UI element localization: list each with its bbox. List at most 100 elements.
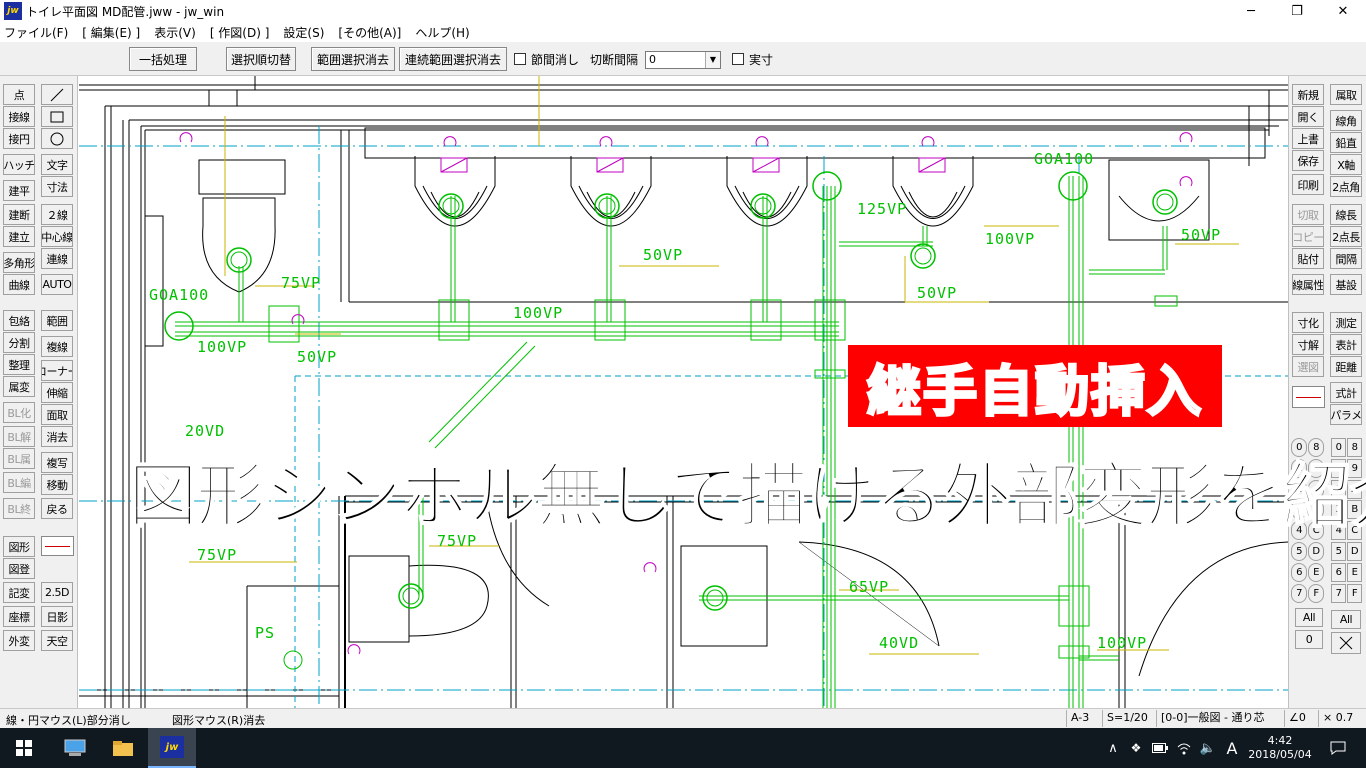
right-tool-9[interactable]: 寸化: [1292, 312, 1324, 333]
left-tool-3[interactable]: ハッチ: [3, 154, 35, 175]
left-tool-1[interactable]: 接線: [3, 106, 35, 127]
left-tool2-7[interactable]: 複線: [41, 336, 73, 357]
layer-group-5[interactable]: 5: [1291, 542, 1307, 561]
select-order-button[interactable]: 選択順切替: [226, 47, 296, 71]
cut-interval-select[interactable]: 0 ▼: [645, 51, 721, 69]
node-clear-checkbox[interactable]: [514, 53, 526, 65]
actual-size-checkbox[interactable]: [732, 53, 744, 65]
menu-item-4[interactable]: 設定(S): [283, 24, 324, 41]
right-tool2-7[interactable]: 間隔: [1330, 248, 1362, 269]
left-tool-2[interactable]: 接円: [3, 128, 35, 149]
layer-group-6[interactable]: 6: [1291, 562, 1307, 582]
battery-icon[interactable]: [1150, 728, 1170, 768]
left-tool-18[interactable]: 図形: [3, 536, 35, 557]
dropbox-icon[interactable]: ❖: [1126, 728, 1146, 768]
notification-icon[interactable]: [1318, 728, 1358, 768]
left-tool-17[interactable]: BL終: [3, 498, 35, 519]
left-tool-7[interactable]: 多角形: [3, 252, 35, 273]
left-tool-22[interactable]: 外変: [3, 630, 35, 651]
left-tool2-10[interactable]: 面取: [41, 404, 73, 425]
maximize-button[interactable]: ❐: [1274, 0, 1320, 22]
right-tool-5[interactable]: 切取: [1292, 204, 1324, 225]
right-tool2-3[interactable]: X軸: [1330, 154, 1362, 175]
right-tool2-0[interactable]: 属取: [1330, 84, 1362, 105]
right-tool2-11[interactable]: 距離: [1330, 356, 1362, 377]
left-tool-4[interactable]: 建平: [3, 180, 35, 201]
menu-item-0[interactable]: ファイル(F): [4, 24, 68, 41]
right-tool-0[interactable]: 新規: [1292, 84, 1324, 105]
ime-indicator[interactable]: A: [1222, 728, 1242, 768]
left-tool-19[interactable]: 図登: [3, 558, 35, 579]
right-tool2-13[interactable]: パラメ: [1330, 404, 1362, 425]
right-tool2-8[interactable]: 基設: [1330, 274, 1362, 295]
left-tool2-1[interactable]: 寸法: [41, 176, 73, 197]
layer-group-b-7[interactable]: F: [1308, 583, 1324, 603]
layer-all-button[interactable]: All: [1331, 610, 1361, 629]
layer-group-all-button[interactable]: All: [1295, 608, 1323, 627]
right-tool-4[interactable]: 印刷: [1292, 174, 1324, 195]
left-tool2-13[interactable]: 移動: [41, 474, 73, 495]
layer-7[interactable]: 7: [1331, 583, 1346, 603]
line-tool-icon[interactable]: [41, 84, 73, 105]
left-tool2-15[interactable]: 2.5D: [41, 582, 73, 603]
windows-start-icon[interactable]: [0, 728, 48, 768]
left-tool-9[interactable]: 包絡: [3, 310, 35, 331]
layer-b-5[interactable]: D: [1347, 542, 1362, 561]
left-tool-11[interactable]: 整理: [3, 354, 35, 375]
right-tool-1[interactable]: 開く: [1292, 106, 1324, 127]
right-tool-7[interactable]: 貼付: [1292, 248, 1324, 269]
left-tool2-6[interactable]: 範囲: [41, 310, 73, 331]
paper-size[interactable]: A-3: [1066, 710, 1102, 727]
factor-display[interactable]: × 0.7: [1318, 710, 1366, 727]
right-tool2-2[interactable]: 鉛直: [1330, 132, 1362, 153]
right-tool2-12[interactable]: 式計: [1330, 382, 1362, 403]
left-tool-14[interactable]: BL解: [3, 426, 35, 447]
menu-item-3[interactable]: [ 作図(D) ]: [210, 24, 270, 41]
layer-display[interactable]: [0-0]一般図 - 通り芯: [1156, 710, 1284, 727]
left-tool2-8[interactable]: コーナー: [41, 360, 73, 381]
right-tool-10[interactable]: 寸解: [1292, 334, 1324, 355]
wifi-icon[interactable]: [1174, 728, 1194, 768]
left-tool2-11[interactable]: 消去: [41, 426, 73, 447]
layer-group-b-6[interactable]: E: [1308, 562, 1324, 582]
jww-taskbar-icon[interactable]: jw: [148, 728, 196, 768]
right-tool-3[interactable]: 保存: [1292, 150, 1324, 171]
left-tool2-2[interactable]: ２線: [41, 204, 73, 225]
left-tool-5[interactable]: 建断: [3, 204, 35, 225]
right-tool2-4[interactable]: 2点角: [1330, 176, 1362, 197]
line-sample[interactable]: [41, 536, 74, 556]
left-tool2-5[interactable]: AUTO: [41, 274, 73, 295]
rect-tool-icon[interactable]: [41, 106, 73, 127]
menu-item-6[interactable]: ヘルプ(H): [415, 24, 469, 41]
layer-group-7[interactable]: 7: [1291, 583, 1307, 603]
layer-group-b-5[interactable]: D: [1308, 542, 1324, 561]
scale-display[interactable]: S=1/20: [1102, 710, 1156, 727]
left-tool2-14[interactable]: 戻る: [41, 498, 73, 519]
minimize-button[interactable]: ─: [1228, 0, 1274, 22]
left-tool-15[interactable]: BL属: [3, 448, 35, 469]
left-tool2-16[interactable]: 日影: [41, 606, 73, 627]
left-tool2-17[interactable]: 天空: [41, 630, 73, 651]
menu-item-1[interactable]: [ 編集(E) ]: [82, 24, 140, 41]
left-tool-12[interactable]: 属変: [3, 376, 35, 397]
chevron-down-icon[interactable]: ▼: [705, 52, 720, 68]
layer-b-6[interactable]: E: [1347, 562, 1362, 582]
right-tool-11[interactable]: 選図: [1292, 356, 1324, 377]
right-tool2-9[interactable]: 測定: [1330, 312, 1362, 333]
line-sample-right[interactable]: [1292, 386, 1325, 408]
menu-item-2[interactable]: 表示(V): [154, 24, 196, 41]
right-tool2-1[interactable]: 線角: [1330, 110, 1362, 131]
right-tool-2[interactable]: 上書: [1292, 128, 1324, 149]
right-tool-8[interactable]: 線属性: [1292, 274, 1324, 295]
left-tool2-12[interactable]: 複写: [41, 452, 73, 473]
left-tool-10[interactable]: 分割: [3, 332, 35, 353]
right-tool-6[interactable]: コピー: [1292, 226, 1324, 247]
clock[interactable]: 4:42 2018/05/04: [1248, 728, 1312, 768]
right-tool2-10[interactable]: 表計: [1330, 334, 1362, 355]
circle-tool-icon[interactable]: [41, 128, 73, 149]
range-clear-button[interactable]: 範囲選択消去: [311, 47, 395, 71]
batch-process-button[interactable]: 一括処理: [129, 47, 197, 71]
layer-group-zero-button[interactable]: 0: [1295, 630, 1323, 649]
right-tool2-6[interactable]: 2点長: [1330, 226, 1362, 247]
chevron-up-icon[interactable]: ∧: [1104, 728, 1122, 768]
